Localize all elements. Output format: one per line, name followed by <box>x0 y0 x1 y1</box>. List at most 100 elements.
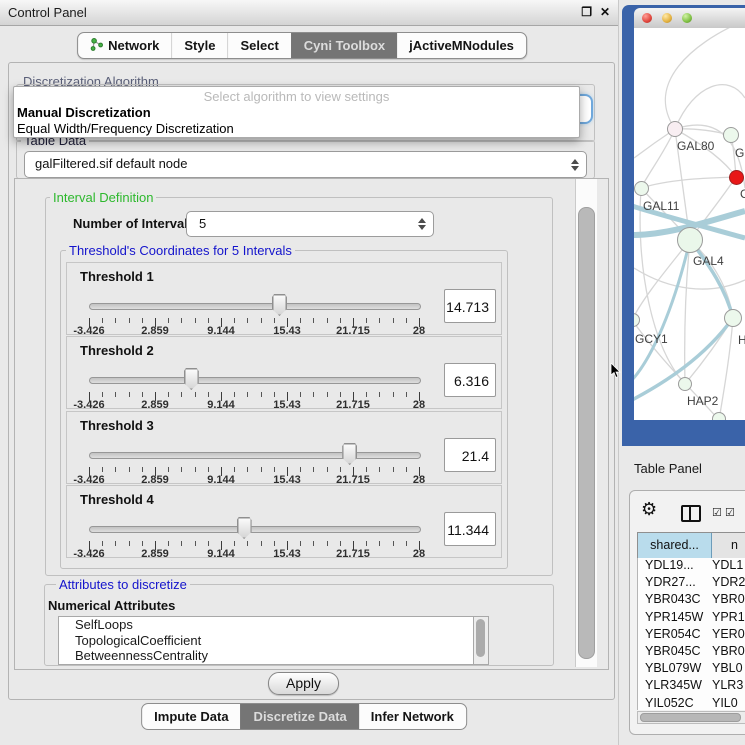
table-row[interactable]: YBL079WYBL0 <box>638 661 745 678</box>
network-node[interactable] <box>723 127 739 143</box>
network-node[interactable] <box>634 181 649 196</box>
slider-tick-labels: -3.4262.8599.14415.4321.71528 <box>89 399 419 411</box>
minimize-traffic-light-icon[interactable] <box>662 13 672 23</box>
threshold-2-slider-handle[interactable] <box>184 368 199 390</box>
tab-cyni-toolbox[interactable]: Cyni Toolbox <box>291 33 397 58</box>
network-node-label: GAL11 <box>643 199 679 213</box>
combo-spinner-icon <box>571 159 579 171</box>
column-header-shared[interactable]: shared... <box>638 533 712 558</box>
table-row[interactable]: YBR045CYBR0 <box>638 644 745 661</box>
checkbox-icon[interactable]: ☑ <box>725 506 735 519</box>
tab-label: Discretize Data <box>254 709 347 724</box>
close-traffic-light-icon[interactable] <box>642 13 652 23</box>
threshold-1-panel: Threshold 1 -3.4262.8599.14415.4321.7152… <box>66 262 502 335</box>
threshold-4-panel: Threshold 4 -3.4262.8599.14415.4321.7152… <box>66 485 502 558</box>
network-node[interactable] <box>729 170 744 185</box>
tab-select[interactable]: Select <box>227 33 290 58</box>
threshold-4-value-field[interactable]: 11.344 <box>444 512 496 546</box>
checkbox-icon[interactable]: ☑ <box>712 506 722 519</box>
dropdown-option-manual-discretization[interactable]: Manual Discretization <box>14 105 579 121</box>
network-node-label: H <box>738 333 745 347</box>
table-header-row: shared... n <box>637 532 745 559</box>
tab-style[interactable]: Style <box>171 33 227 58</box>
algorithm-dropdown-popup: Select algorithm to view settings Manual… <box>13 86 580 138</box>
zoom-traffic-light-icon[interactable] <box>682 13 692 23</box>
list-item-selfloops[interactable]: SelfLoops <box>59 617 474 633</box>
threshold-3-label: Threshold 3 <box>80 418 154 433</box>
threshold-2-panel: Threshold 2 -3.4262.8599.14415.4321.7152… <box>66 336 502 409</box>
bottom-tabbar: Impute Data Discretize Data Infer Networ… <box>141 703 467 730</box>
panel-title: Control Panel <box>8 0 87 25</box>
column-header-name[interactable]: n <box>712 533 745 558</box>
table-row[interactable]: YIL052CYIL0 <box>638 696 745 711</box>
threshold-1-value-field[interactable]: 14.713 <box>444 289 496 323</box>
threshold-1-slider-handle[interactable] <box>272 294 287 316</box>
tab-impute-data[interactable]: Impute Data <box>142 704 240 729</box>
mouse-cursor <box>610 363 622 379</box>
threshold-2-slider-track[interactable] <box>89 377 421 384</box>
network-edges <box>634 28 745 420</box>
tab-jactivemnodules[interactable]: jActiveMNodules <box>397 33 526 58</box>
table-hscrollbar-thumb[interactable] <box>640 713 741 722</box>
numerical-attributes-list: SelfLoops TopologicalCoefficient Between… <box>58 616 475 665</box>
network-node-label: GCY1 <box>635 332 668 346</box>
table-panel-title: Table Panel <box>634 461 702 476</box>
table-row[interactable]: YER054CYER0 <box>638 627 745 644</box>
number-of-intervals-value: 5 <box>199 212 206 236</box>
threshold-1-slider-track[interactable] <box>89 303 421 310</box>
split-columns-icon[interactable] <box>681 505 701 522</box>
dropdown-option-equal-width[interactable]: Equal Width/Frequency Discretization <box>14 121 579 137</box>
settings-scrollbar-thumb[interactable] <box>578 207 595 659</box>
tab-label: jActiveMNodules <box>409 38 514 53</box>
close-icon[interactable]: ✕ <box>600 5 610 19</box>
table-body: YDL19...YDL1YDR27...YDR2YBR043CYBR0YPR14… <box>637 558 745 710</box>
float-window-icon[interactable]: ❐ <box>581 5 592 19</box>
threshold-4-slider-handle[interactable] <box>237 517 252 539</box>
threshold-3-slider-track[interactable] <box>89 452 421 459</box>
network-node[interactable] <box>667 121 683 137</box>
threshold-2-value-field[interactable]: 6.316 <box>444 363 496 397</box>
network-node-label: HAP2 <box>687 394 718 408</box>
network-node[interactable] <box>724 309 742 327</box>
table-row[interactable]: YBR043CYBR0 <box>638 592 745 609</box>
network-canvas[interactable]: GAL80GCGAL11GAL4GCY1HHAP2 <box>634 28 745 420</box>
network-node-label: C <box>740 187 745 201</box>
tab-label: Network <box>108 38 159 53</box>
attributes-group-label: Attributes to discretize <box>56 577 190 592</box>
number-of-intervals-combobox[interactable]: 5 <box>186 211 434 237</box>
screen: Control Panel ❐ ✕ Network Style Select <box>0 0 745 745</box>
tab-network[interactable]: Network <box>78 33 171 58</box>
list-item-betweennesscentrality[interactable]: BetweennessCentrality <box>59 648 474 664</box>
threshold-3-slider-handle[interactable] <box>342 443 357 465</box>
network-node-label: GAL80 <box>677 139 714 153</box>
apply-button[interactable]: Apply <box>268 672 339 695</box>
threshold-3-panel: Threshold 3 -3.4262.8599.14415.4321.7152… <box>66 411 502 484</box>
table-row[interactable]: YDL19...YDL1 <box>638 558 745 575</box>
network-node[interactable] <box>712 412 726 420</box>
network-node[interactable] <box>677 227 703 253</box>
network-node[interactable] <box>678 377 692 391</box>
threshold-1-label: Threshold 1 <box>80 269 154 284</box>
tab-infer-network[interactable]: Infer Network <box>359 704 466 729</box>
table-hscrollbar[interactable] <box>637 711 745 724</box>
control-panel-titlebar: Control Panel ❐ ✕ <box>0 0 618 26</box>
table-data-combobox[interactable]: galFiltered.sif default node <box>24 151 587 178</box>
network-icon <box>90 38 103 54</box>
tab-discretize-data[interactable]: Discretize Data <box>241 704 359 729</box>
attributes-list-scrollbar-thumb[interactable] <box>476 619 485 657</box>
table-row[interactable]: YDR27...YDR2 <box>638 575 745 592</box>
threshold-4-label: Threshold 4 <box>80 492 154 507</box>
table-row[interactable]: YPR145WYPR1 <box>638 610 745 627</box>
tab-label: Style <box>184 38 215 53</box>
list-item-topologicalcoefficient[interactable]: TopologicalCoefficient <box>59 633 474 649</box>
gear-icon[interactable]: ⚙ <box>641 499 657 520</box>
tab-label: Select <box>240 38 278 53</box>
threshold-4-slider-track[interactable] <box>89 526 421 533</box>
control-panel: Control Panel ❐ ✕ Network Style Select <box>0 0 619 745</box>
threshold-2-label: Threshold 2 <box>80 343 154 358</box>
attributes-list-scrollbar[interactable] <box>473 616 489 665</box>
dropdown-placeholder-option[interactable]: Select algorithm to view settings <box>14 89 579 105</box>
threshold-3-value-field[interactable]: 21.4 <box>444 438 496 472</box>
table-row[interactable]: YLR345WYLR3 <box>638 678 745 695</box>
slider-tick-labels: -3.4262.8599.14415.4321.71528 <box>89 548 419 560</box>
